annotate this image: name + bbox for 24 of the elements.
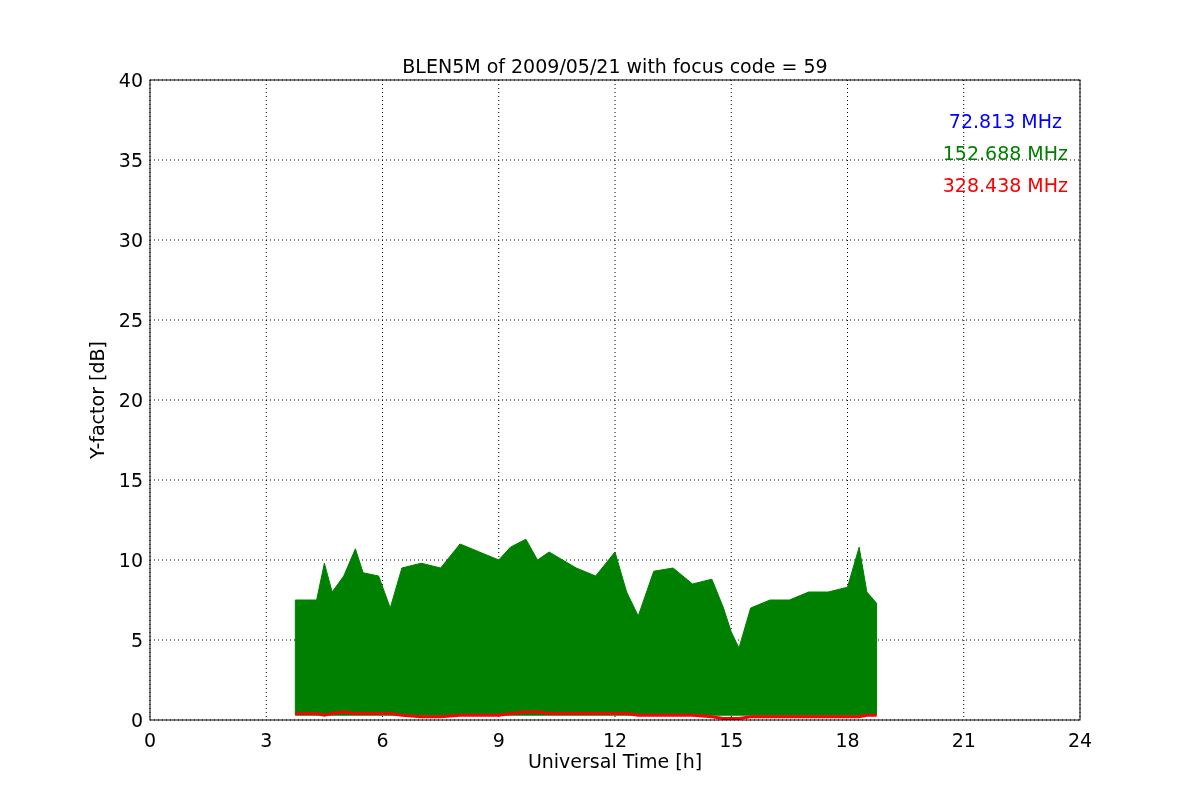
- y-tick-label: 40: [118, 69, 143, 91]
- x-tick-label: 15: [719, 729, 744, 751]
- x-tick-label: 0: [143, 729, 157, 751]
- x-tick-label: 3: [260, 729, 273, 751]
- legend-label: 328.438 MHz: [942, 174, 1068, 196]
- y-tick-label: 35: [118, 149, 143, 171]
- y-tick-label: 0: [130, 709, 143, 731]
- x-axis-label: Universal Time [h]: [527, 750, 703, 772]
- x-tick-label: 24: [1067, 729, 1093, 751]
- y-tick-label: 25: [118, 309, 143, 331]
- y-tick-label: 20: [118, 389, 143, 411]
- x-tick-label: 18: [835, 729, 860, 751]
- legend-label: 72.813 MHz: [948, 110, 1062, 132]
- x-tick-label: 6: [376, 729, 389, 751]
- legend-label: 152.688 MHz: [942, 142, 1068, 164]
- x-tick-label: 21: [951, 729, 976, 751]
- y-axis-label: Y-factor [dB]: [86, 341, 108, 459]
- x-tick-label: 9: [492, 729, 505, 751]
- x-tick-label: 12: [602, 729, 628, 751]
- y-tick-label: 5: [130, 629, 143, 651]
- y-tick-label: 10: [118, 549, 143, 571]
- chart-title: BLEN5M of 2009/05/21 with focus code = 59: [402, 55, 828, 77]
- y-tick-label: 30: [118, 229, 143, 251]
- y-tick-label: 15: [118, 469, 143, 491]
